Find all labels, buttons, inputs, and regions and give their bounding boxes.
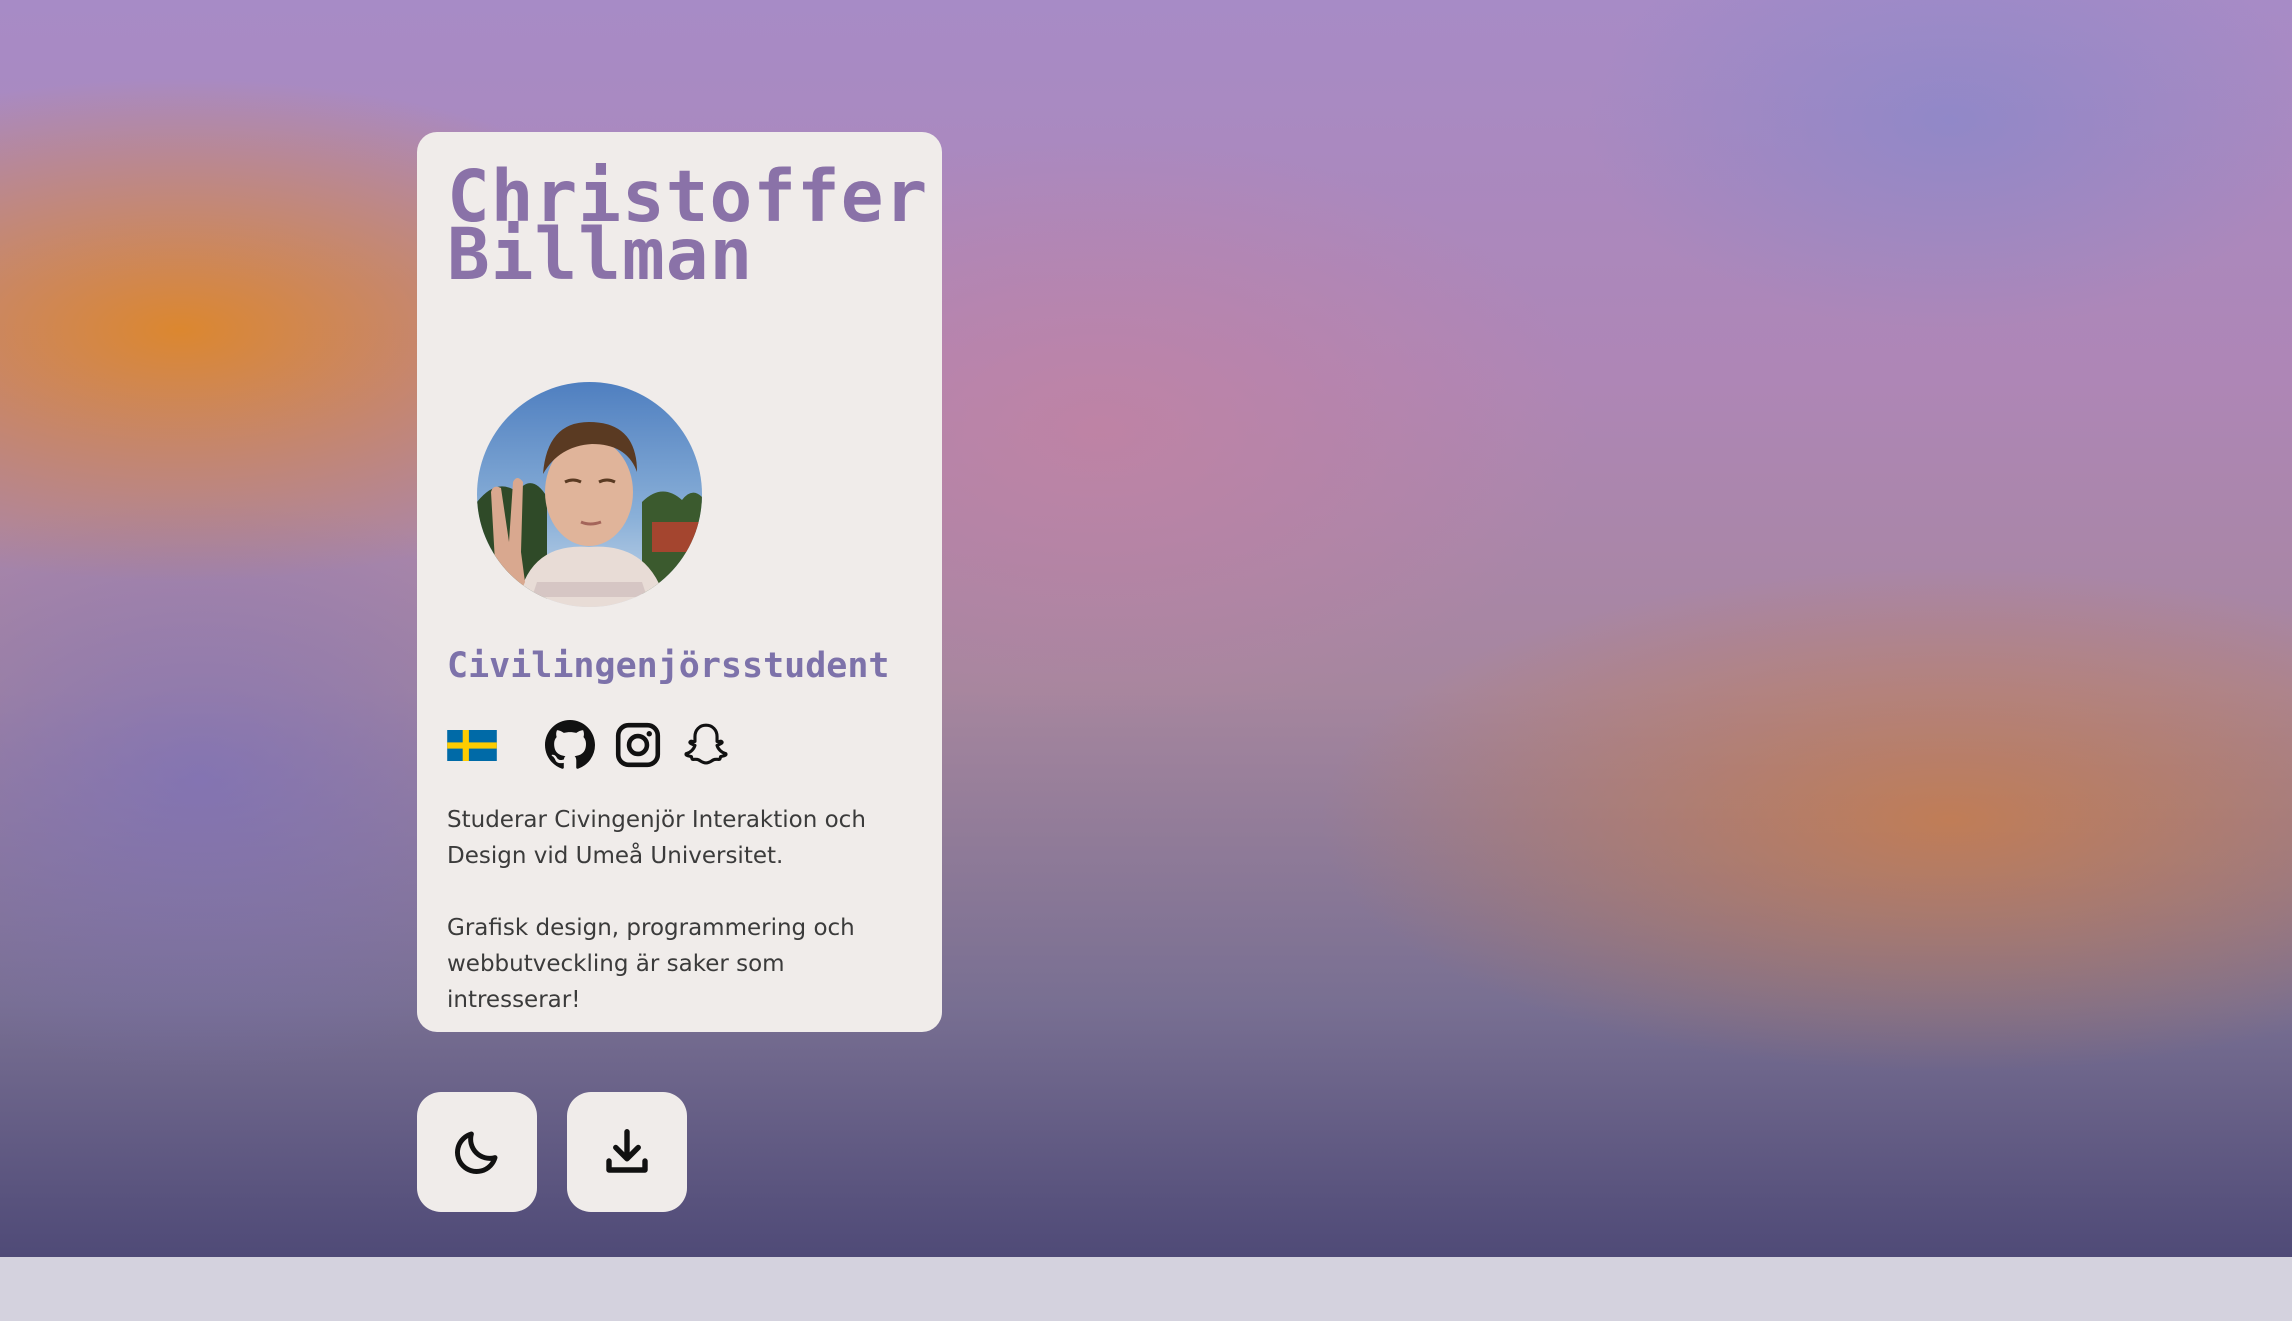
sweden-flag-icon	[447, 730, 497, 761]
role-title: Civilingenjörsstudent	[447, 646, 890, 686]
icons-row	[447, 720, 907, 770]
github-icon	[545, 720, 595, 769]
profile-card: Christoffer Billman Civilingenjörsstuden…	[417, 132, 942, 1032]
moon-icon	[455, 1131, 498, 1174]
theme-toggle-button[interactable]	[417, 1092, 537, 1212]
snapchat-icon	[684, 723, 728, 765]
instagram-link[interactable]	[613, 720, 663, 770]
bio: Studerar Civingenjör Interaktion och Des…	[447, 802, 917, 1018]
download-icon	[606, 1129, 648, 1173]
instagram-icon	[615, 722, 661, 768]
profile-name: Christoffer Billman	[447, 161, 942, 290]
bio-paragraph-2: Grafisk design, programmering och webbut…	[447, 915, 855, 1013]
snapchat-link[interactable]	[681, 720, 731, 770]
name-line-2: Billman	[447, 213, 754, 296]
github-link[interactable]	[545, 720, 595, 770]
bio-paragraph-1: Studerar Civingenjör Interaktion och Des…	[447, 807, 866, 869]
gradient-background	[0, 0, 2292, 1257]
avatar	[477, 382, 702, 607]
download-button[interactable]	[567, 1092, 687, 1212]
